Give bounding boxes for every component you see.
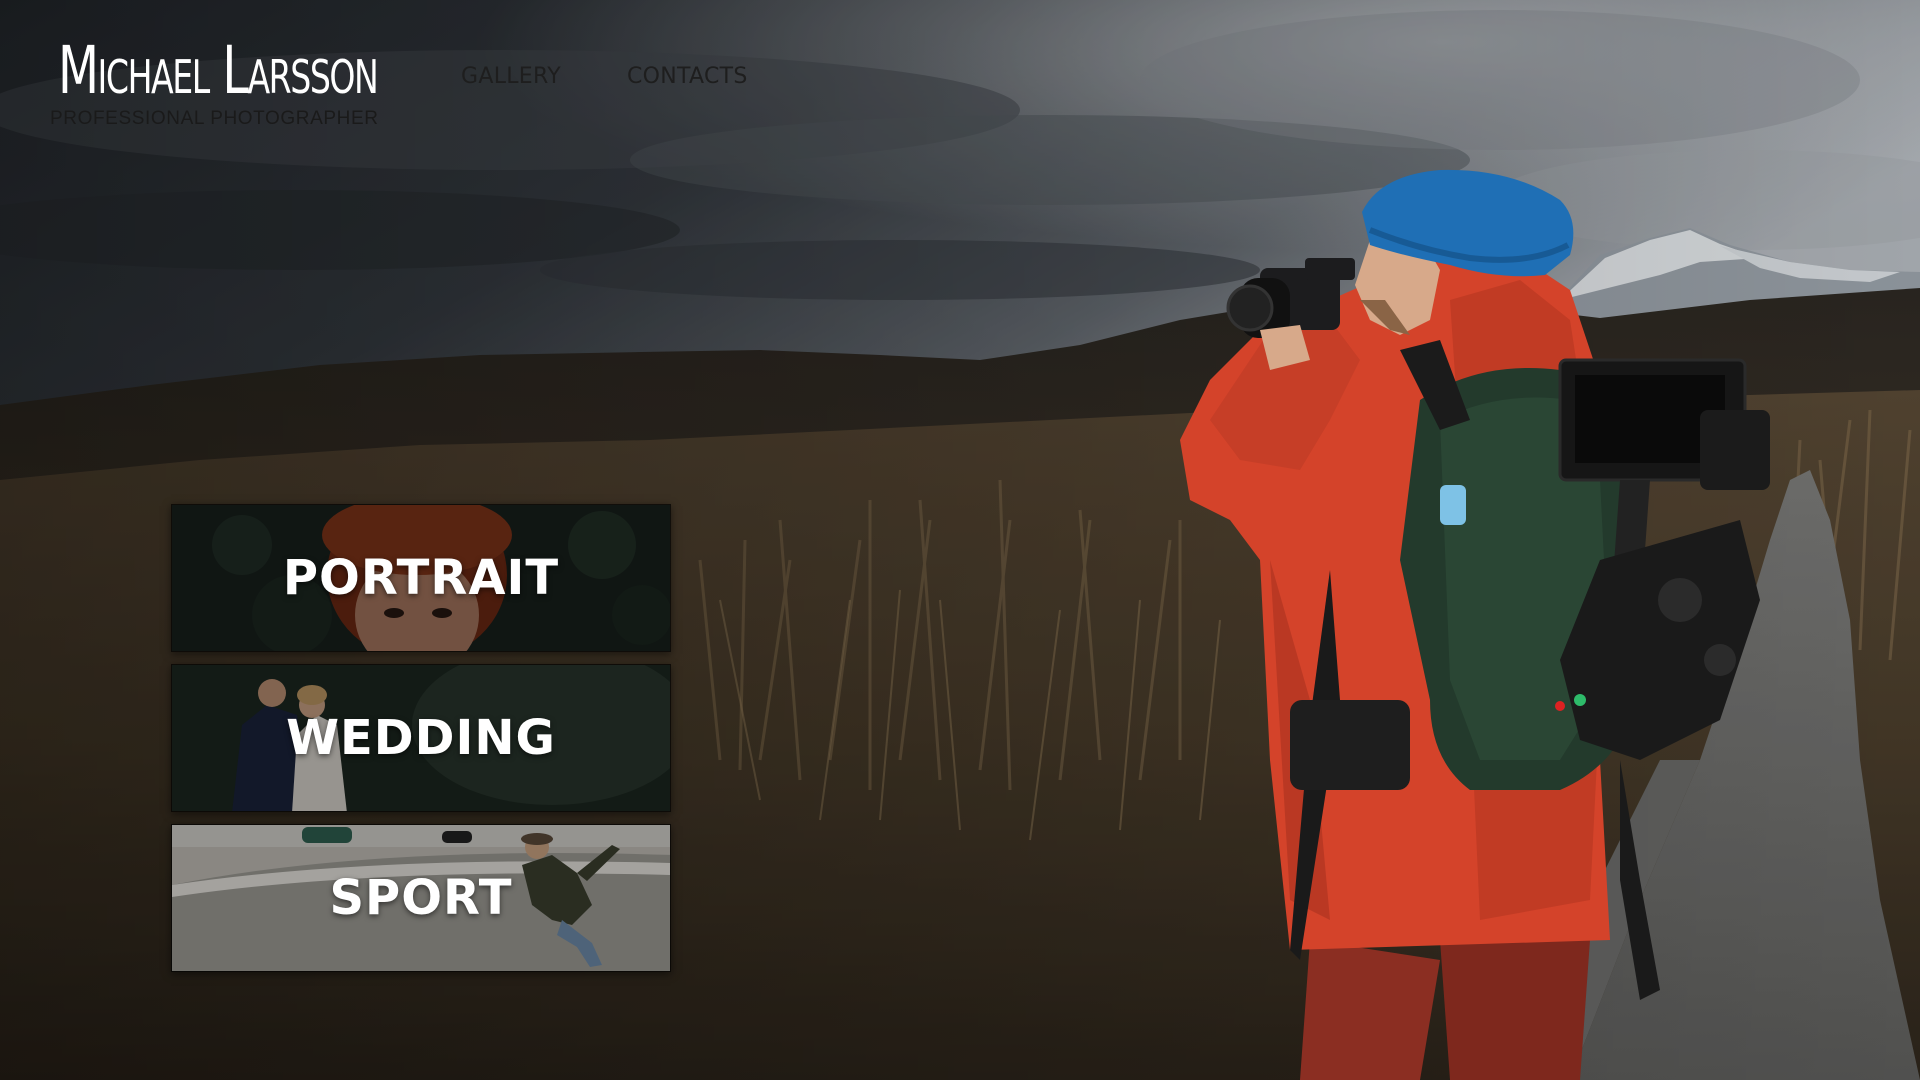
category-label-portrait: PORTRAIT xyxy=(282,550,560,606)
nav-contacts-link[interactable]: CONTACTS xyxy=(627,64,748,89)
brand-tagline: PROFESSIONAL PHOTOGRAPHER xyxy=(50,108,379,129)
category-card-sport[interactable]: SPORT xyxy=(171,824,671,972)
brand-block[interactable]: Michael Larsson PROFESSIONAL PHOTOGRAPHE… xyxy=(50,36,395,130)
category-card-wedding[interactable]: WEDDING xyxy=(171,664,671,812)
category-label-sport: SPORT xyxy=(329,870,513,926)
category-label-wedding: WEDDING xyxy=(286,710,556,766)
category-card-portrait[interactable]: PORTRAIT xyxy=(171,504,671,652)
category-list: PORTRAIT WEDDING SPORT xyxy=(171,504,671,984)
nav-gallery-link[interactable]: GALLERY xyxy=(461,64,561,89)
brand-name: Michael Larsson xyxy=(58,32,379,109)
main-nav: GALLERY CONTACTS xyxy=(461,64,748,89)
hero-section: Michael Larsson PROFESSIONAL PHOTOGRAPHE… xyxy=(0,0,1920,1080)
